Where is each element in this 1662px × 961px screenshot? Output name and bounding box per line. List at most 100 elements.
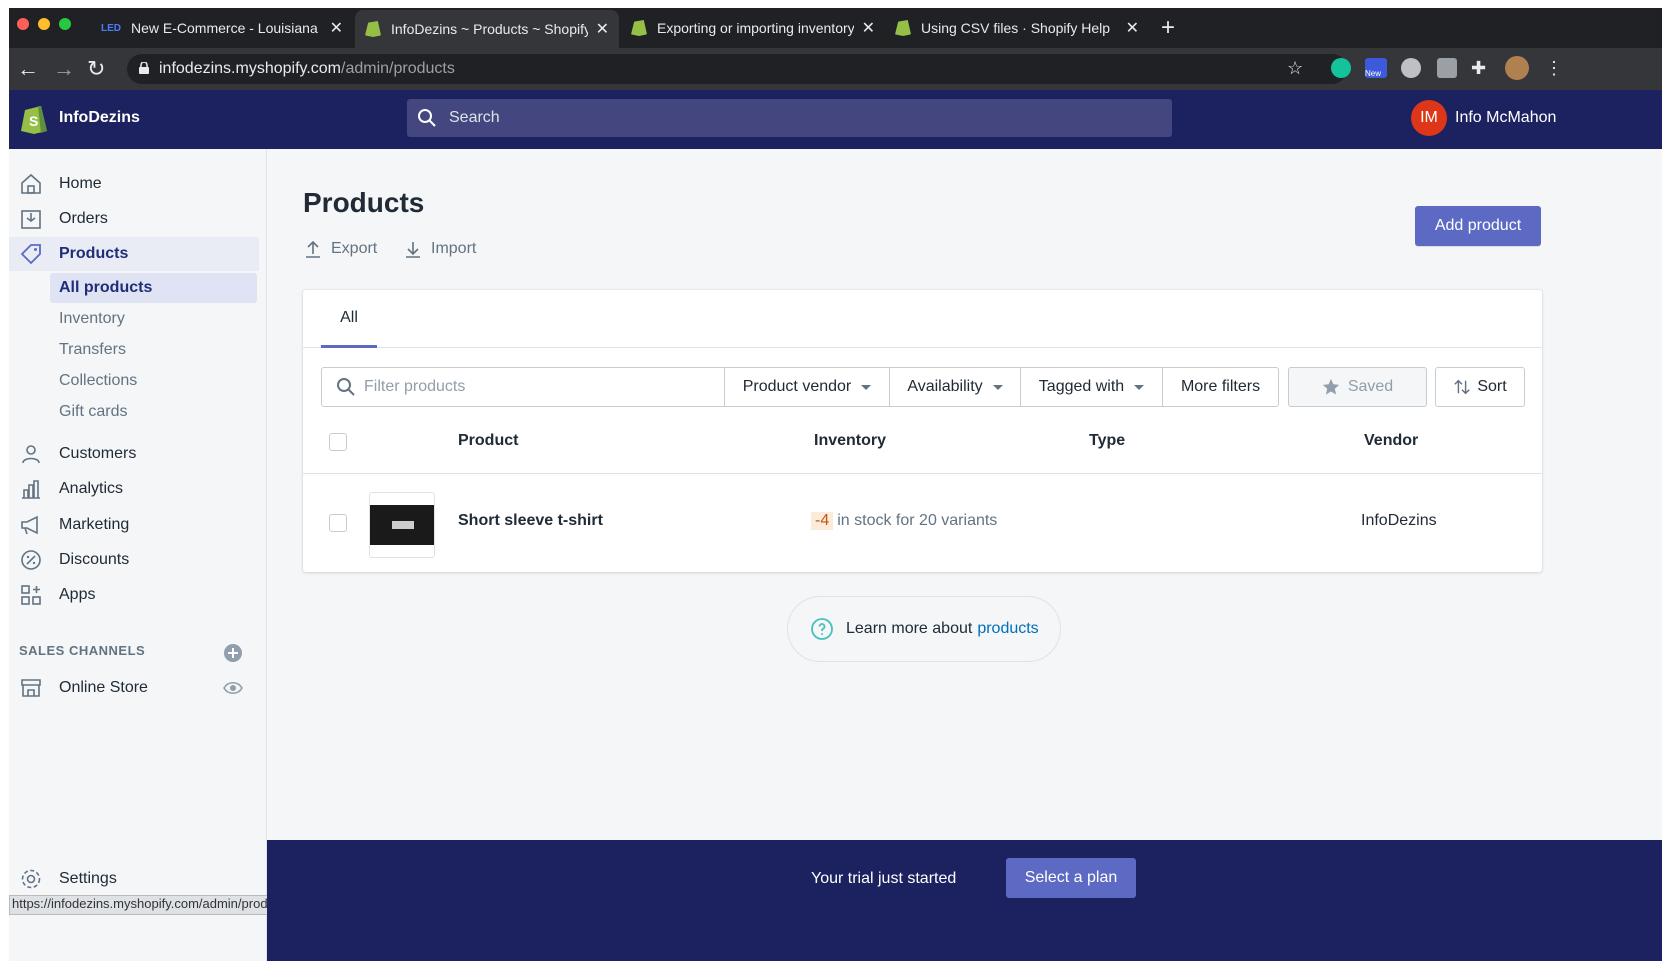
orders-icon bbox=[21, 210, 41, 229]
reload-icon[interactable]: ↻ bbox=[87, 56, 105, 82]
column-product[interactable]: Product bbox=[458, 432, 518, 450]
filter-label: More filters bbox=[1180, 378, 1261, 395]
add-product-button[interactable]: Add product bbox=[1415, 206, 1541, 246]
address-bar: ← → ↻ infodezins.myshopify.com/admin/pro… bbox=[9, 48, 1662, 90]
new-tab-icon[interactable]: + bbox=[1161, 14, 1175, 42]
sidebar-item-settings[interactable]: Settings bbox=[9, 862, 259, 896]
sidebar-item-online-store[interactable]: Online Store bbox=[9, 671, 259, 705]
row-checkbox[interactable] bbox=[329, 514, 347, 532]
search-icon bbox=[418, 109, 436, 127]
saved-button[interactable]: Saved bbox=[1288, 367, 1427, 407]
sidebar-subitem-transfers[interactable]: Transfers bbox=[50, 335, 257, 365]
close-window-icon[interactable] bbox=[17, 18, 29, 30]
extension-icon[interactable] bbox=[1437, 58, 1457, 78]
import-button[interactable]: Import bbox=[403, 239, 476, 259]
search-icon bbox=[337, 378, 355, 396]
search-placeholder: Search bbox=[449, 109, 500, 126]
tab-all[interactable]: All bbox=[321, 290, 377, 348]
tagged-with-filter[interactable]: Tagged with bbox=[1020, 367, 1163, 407]
browser-tab-3[interactable]: Exporting or importing inventory ✕ bbox=[621, 12, 885, 44]
maximize-window-icon[interactable] bbox=[59, 18, 71, 30]
product-vendor-filter[interactable]: Product vendor bbox=[724, 367, 890, 407]
bookmark-star-icon[interactable]: ☆ bbox=[1287, 58, 1303, 79]
sidebar-item-discounts[interactable]: Discounts bbox=[9, 543, 259, 577]
profile-avatar-icon[interactable] bbox=[1505, 56, 1529, 80]
filter-label: Availability bbox=[907, 378, 983, 395]
user-avatar[interactable]: IM bbox=[1411, 100, 1447, 136]
sidebar-item-customers[interactable]: Customers bbox=[9, 437, 259, 471]
sidebar-item-label: Orders bbox=[59, 210, 108, 227]
sidebar-item-apps[interactable]: Apps bbox=[9, 578, 259, 612]
close-tab-icon[interactable]: ✕ bbox=[1126, 18, 1139, 38]
column-inventory[interactable]: Inventory bbox=[814, 432, 886, 450]
user-name[interactable]: Info McMahon bbox=[1455, 109, 1556, 127]
minimize-window-icon[interactable] bbox=[38, 18, 50, 30]
browser-menu-icon[interactable]: ⋮ bbox=[1545, 58, 1563, 79]
export-button[interactable]: Export bbox=[303, 239, 377, 259]
table-row[interactable]: Short sleeve t-shirt -4 in stock for 20 … bbox=[303, 474, 1542, 572]
browser-tab-1[interactable]: LED New E-Commerce - Louisiana ✕ bbox=[91, 12, 353, 44]
select-all-checkbox[interactable] bbox=[329, 433, 347, 451]
browser-chrome: LED New E-Commerce - Louisiana ✕ InfoDez… bbox=[9, 8, 1662, 90]
availability-filter[interactable]: Availability bbox=[889, 367, 1021, 407]
url-path: /admin/products bbox=[341, 60, 455, 77]
products-card: All Filter products Product vendor Avail… bbox=[303, 290, 1542, 572]
vendor-cell: InfoDezins bbox=[1361, 512, 1437, 529]
column-vendor[interactable]: Vendor bbox=[1364, 432, 1418, 450]
store-name[interactable]: InfoDezins bbox=[59, 109, 140, 127]
sidebar-subitem-gift-cards[interactable]: Gift cards bbox=[50, 397, 257, 427]
extensions-puzzle-icon[interactable]: ✚ bbox=[1471, 58, 1486, 79]
export-label: Export bbox=[331, 240, 378, 257]
browser-tab-2[interactable]: InfoDezins ~ Products ~ Shopify ✕ bbox=[355, 10, 619, 48]
import-icon bbox=[406, 242, 420, 258]
trial-text: Your trial just started bbox=[811, 870, 957, 887]
product-thumbnail[interactable] bbox=[369, 492, 435, 558]
caret-down-icon bbox=[1134, 384, 1145, 390]
product-tabs: All bbox=[303, 290, 1542, 348]
caret-down-icon bbox=[992, 384, 1003, 390]
sidebar-item-analytics[interactable]: Analytics bbox=[9, 472, 259, 506]
products-help-link[interactable]: products bbox=[977, 620, 1038, 638]
new-extension-icon[interactable]: New bbox=[1365, 58, 1387, 78]
export-icon bbox=[306, 240, 320, 258]
shopify-favicon-icon bbox=[365, 21, 381, 37]
close-tab-icon[interactable]: ✕ bbox=[862, 18, 875, 38]
tag-icon bbox=[20, 244, 41, 265]
sort-button[interactable]: Sort bbox=[1435, 367, 1525, 407]
trial-banner: Your trial just started Select a plan bbox=[267, 840, 1662, 961]
column-type[interactable]: Type bbox=[1089, 432, 1125, 450]
sidebar-subitem-collections[interactable]: Collections bbox=[50, 366, 257, 396]
admin-topbar: S InfoDezins Search IM Info McMahon bbox=[9, 90, 1662, 149]
sidebar-item-marketing[interactable]: Marketing bbox=[9, 508, 259, 542]
apps-icon bbox=[21, 585, 41, 605]
sidebar-item-orders[interactable]: Orders bbox=[9, 202, 259, 236]
forward-icon[interactable]: → bbox=[53, 56, 75, 82]
more-filters-button[interactable]: More filters bbox=[1162, 367, 1279, 407]
customers-icon bbox=[22, 445, 40, 464]
filter-products-input[interactable]: Filter products bbox=[321, 367, 725, 407]
learn-more-callout: Learn more about products bbox=[787, 596, 1061, 662]
sidebar-item-home[interactable]: Home bbox=[9, 167, 259, 201]
lock-icon bbox=[139, 62, 149, 74]
close-tab-icon[interactable]: ✕ bbox=[330, 18, 343, 38]
extension-icon[interactable] bbox=[1401, 58, 1421, 78]
product-name-link[interactable]: Short sleeve t-shirt bbox=[458, 512, 603, 530]
url-field[interactable]: infodezins.myshopify.com/admin/products bbox=[127, 54, 1347, 84]
browser-tab-title: Exporting or importing inventory bbox=[657, 20, 854, 36]
select-plan-button[interactable]: Select a plan bbox=[1006, 858, 1136, 898]
browser-tab-4[interactable]: Using CSV files · Shopify Help ✕ bbox=[885, 12, 1149, 44]
search-input[interactable]: Search bbox=[407, 99, 1172, 137]
sidebar-subitem-inventory[interactable]: Inventory bbox=[50, 304, 257, 334]
back-icon[interactable]: ← bbox=[17, 56, 39, 82]
add-sales-channel-icon[interactable] bbox=[223, 643, 243, 663]
url-host: infodezins.myshopify.com bbox=[159, 60, 341, 77]
discounts-icon bbox=[21, 550, 41, 570]
table-header: Product Inventory Type Vendor bbox=[303, 410, 1542, 474]
star-icon bbox=[1322, 378, 1339, 395]
grammarly-extension-icon[interactable] bbox=[1331, 58, 1351, 78]
view-store-eye-icon[interactable] bbox=[223, 680, 243, 696]
analytics-icon bbox=[22, 480, 40, 499]
close-tab-icon[interactable]: ✕ bbox=[596, 19, 609, 39]
sidebar-item-products[interactable]: Products bbox=[9, 237, 259, 271]
sidebar-subitem-all-products[interactable]: All products bbox=[50, 273, 257, 303]
